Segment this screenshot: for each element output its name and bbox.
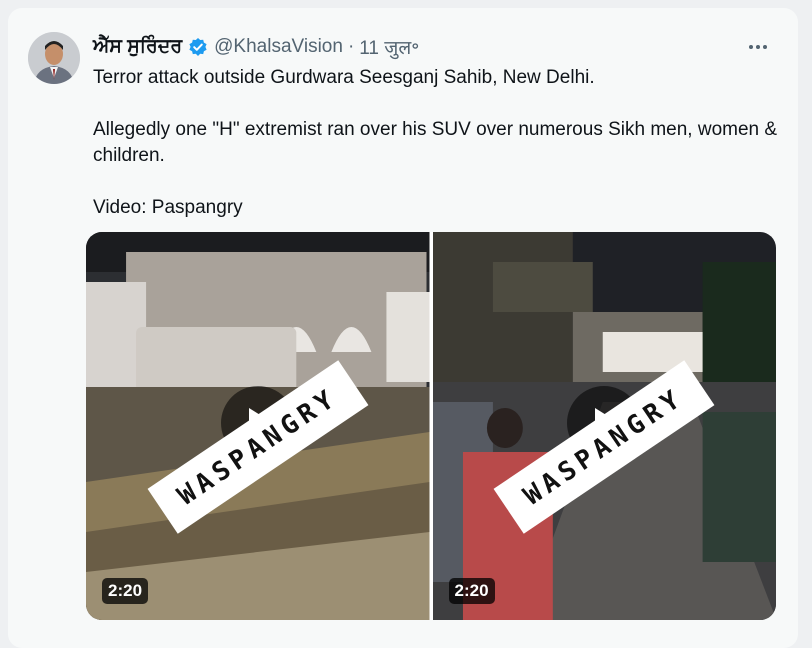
tweet-text: Terror attack outside Gurdwara Seesganj … [93, 65, 783, 221]
tweet-text-line: Allegedly one "H" extremist ran over his… [93, 119, 778, 166]
video-duration: 2:20 [102, 578, 149, 604]
avatar-image [28, 32, 80, 84]
tweet-text-line: Video: Paspangry [93, 197, 243, 218]
more-options-icon[interactable] [744, 34, 772, 60]
tweet-header: ਐੱਸ ਸੁਰਿੰਦਰ @KhalsaVision · 11 जुल॰ [93, 34, 419, 60]
separator-dot: · [347, 36, 355, 57]
video-thumbnail-2[interactable]: WASPANGRY 2:20 [432, 232, 776, 620]
verified-badge-icon [188, 37, 208, 57]
avatar[interactable] [28, 32, 80, 84]
media-grid: WASPANGRY 2:20 WASPANGRY 2:20 [86, 232, 776, 620]
author-handle[interactable]: @KhalsaVision [214, 36, 343, 58]
author-name[interactable]: ਐੱਸ ਸੁਰਿੰਦਰ [93, 36, 182, 58]
video-thumbnail-1[interactable]: WASPANGRY 2:20 [86, 232, 430, 620]
video-duration: 2:20 [448, 578, 495, 604]
tweet-date[interactable]: 11 जुल॰ [359, 34, 419, 60]
tweet-text-line: Terror attack outside Gurdwara Seesganj … [93, 67, 595, 88]
